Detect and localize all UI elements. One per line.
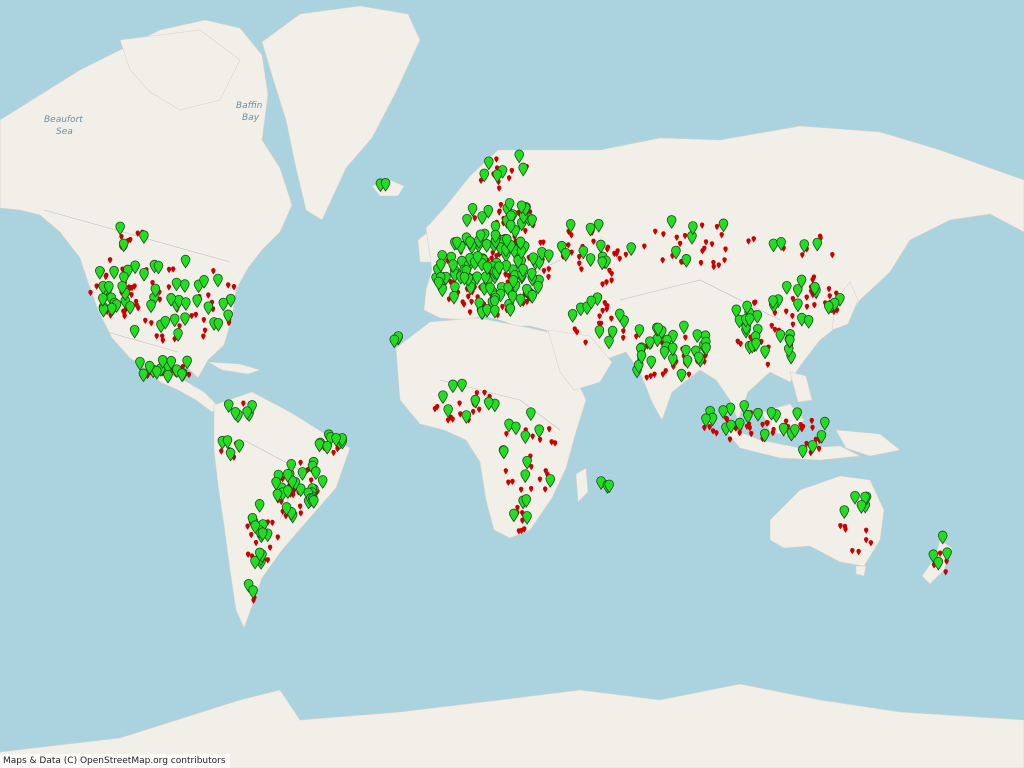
beaufort-sea-label-line1: Beaufort bbox=[44, 115, 83, 125]
beaufort-sea-label-line2: Sea bbox=[56, 127, 73, 137]
world-map[interactable]: Beaufort Sea Baffin Bay bbox=[0, 0, 1024, 768]
baffin-bay-label-line2: Bay bbox=[242, 113, 260, 123]
land-tasmania bbox=[855, 565, 867, 577]
baffin-bay-label-line1: Baffin bbox=[236, 101, 263, 111]
map-attribution: Maps & Data (C) OpenStreetMap.org contri… bbox=[0, 754, 230, 768]
